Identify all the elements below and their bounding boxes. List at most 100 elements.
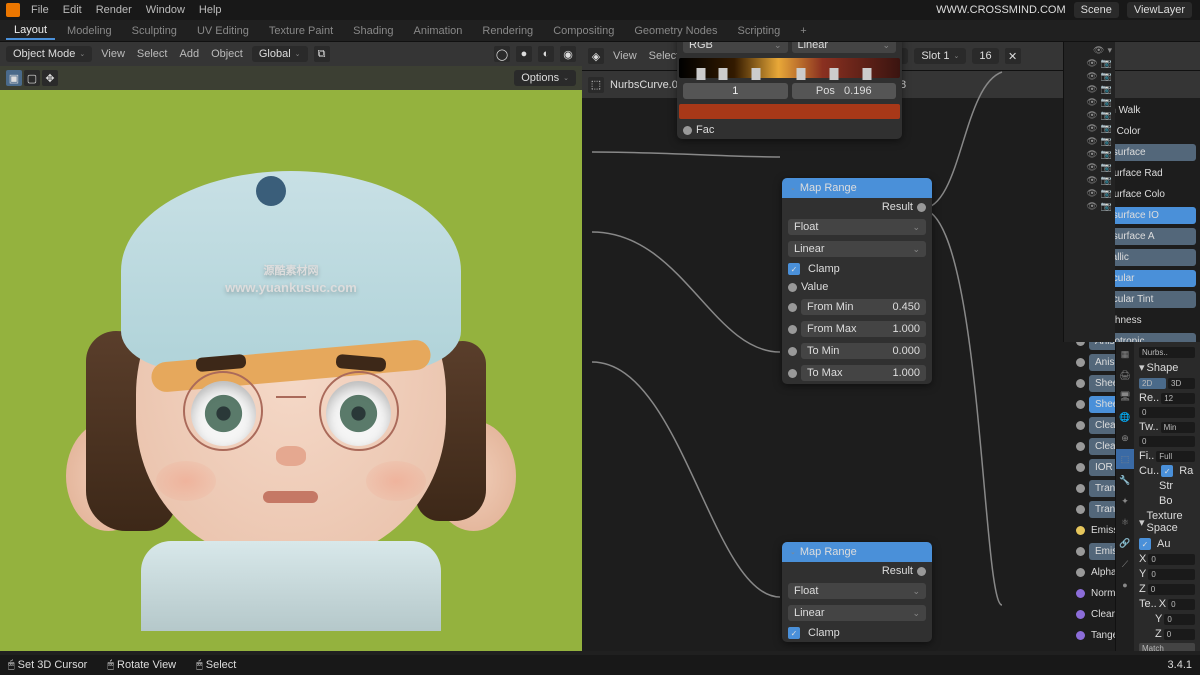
match-btn[interactable]: Match Texture: [1139, 643, 1195, 651]
cam[interactable]: 📷: [1101, 188, 1112, 199]
eye[interactable]: 👁: [1086, 201, 1097, 212]
sk[interactable]: [1076, 505, 1085, 514]
sk[interactable]: [1076, 379, 1085, 388]
viewlayer-selector[interactable]: ViewLayer: [1127, 2, 1192, 18]
cam[interactable]: 📷: [1101, 71, 1112, 82]
tab-compositing[interactable]: Compositing: [545, 23, 622, 39]
shading-wire-icon[interactable]: ◯: [494, 46, 510, 62]
tab-sculpting[interactable]: Sculpting: [124, 23, 185, 39]
fill-dd[interactable]: Full: [1156, 451, 1195, 462]
sec-tex[interactable]: ▾ Texture Space: [1137, 508, 1197, 536]
vp-view[interactable]: View: [98, 48, 128, 60]
tab-uv[interactable]: UV Editing: [189, 23, 257, 39]
clamp2-check[interactable]: ✓: [788, 627, 800, 639]
interp2-dd[interactable]: Linear: [788, 605, 926, 621]
cam[interactable]: 📷: [1101, 97, 1112, 108]
pt-particle[interactable]: ✦: [1116, 491, 1134, 511]
eye[interactable]: 👁: [1086, 188, 1097, 199]
color-swatch[interactable]: [679, 104, 900, 119]
sk[interactable]: [1076, 463, 1085, 472]
eye[interactable]: 👁: [1086, 110, 1097, 121]
sk[interactable]: [1076, 526, 1085, 535]
sk[interactable]: [1076, 421, 1085, 430]
stop-index[interactable]: 1: [683, 83, 788, 99]
sock-fmax[interactable]: [788, 325, 797, 334]
cam[interactable]: 📷: [1101, 58, 1112, 69]
menu-edit[interactable]: Edit: [60, 4, 85, 16]
cam[interactable]: 📷: [1101, 110, 1112, 121]
eye[interactable]: 👁: [1086, 162, 1097, 173]
shading-matprev-icon[interactable]: ◐: [538, 46, 554, 62]
sk[interactable]: [1076, 547, 1085, 556]
tab-modeling[interactable]: Modeling: [59, 23, 120, 39]
menu-render[interactable]: Render: [93, 4, 135, 16]
vp-select[interactable]: Select: [134, 48, 171, 60]
cam[interactable]: 📷: [1101, 149, 1112, 160]
menu-help[interactable]: Help: [196, 4, 225, 16]
sk[interactable]: [1076, 610, 1085, 619]
tx[interactable]: 0: [1168, 599, 1195, 610]
sk[interactable]: [1076, 442, 1085, 451]
pt-view[interactable]: 🖥: [1116, 386, 1134, 406]
x-f[interactable]: 0: [1148, 554, 1195, 565]
sock-fmin[interactable]: [788, 303, 797, 312]
tw-v[interactable]: 0: [1139, 436, 1195, 447]
sk[interactable]: [1076, 400, 1085, 409]
clamp-check[interactable]: ✓: [788, 263, 800, 275]
eye[interactable]: 👁: [1086, 123, 1097, 134]
pt-world[interactable]: ⊕: [1116, 428, 1134, 448]
tab-add[interactable]: +: [792, 23, 814, 39]
pt-scene[interactable]: 🌐: [1116, 407, 1134, 427]
eye[interactable]: 👁: [1086, 175, 1097, 186]
sk[interactable]: [1076, 484, 1085, 493]
fac-socket[interactable]: [683, 126, 692, 135]
to-max[interactable]: To Max1.000: [801, 365, 926, 381]
sk[interactable]: [1076, 631, 1085, 640]
result-socket[interactable]: [917, 203, 926, 212]
cam[interactable]: 📷: [1101, 175, 1112, 186]
result2-socket[interactable]: [917, 567, 926, 576]
tab-scripting[interactable]: Scripting: [729, 23, 788, 39]
btn-2d[interactable]: 2D: [1139, 378, 1166, 389]
ty[interactable]: 0: [1164, 614, 1195, 625]
gradient-preview[interactable]: [679, 58, 900, 78]
tab-rendering[interactable]: Rendering: [474, 23, 541, 39]
node-header[interactable]: ⌄Map Range: [782, 178, 932, 198]
y-f[interactable]: 0: [1148, 569, 1195, 580]
btn-3d[interactable]: 3D: [1168, 378, 1195, 389]
tab-layout[interactable]: Layout: [6, 22, 55, 40]
to-min[interactable]: To Min0.000: [801, 343, 926, 359]
outliner[interactable]: 👁▾ 👁📷 👁📷 👁📷 👁📷 👁📷 👁📷 👁📷 👁📷 👁📷 👁📷 👁📷 👁📷: [1063, 42, 1115, 342]
pt-constraint[interactable]: 🔗: [1116, 533, 1134, 553]
interp-mode[interactable]: Linear: [792, 42, 897, 53]
obj-name[interactable]: Nurbs..: [1139, 347, 1195, 358]
eye[interactable]: 👁: [1086, 149, 1097, 160]
vp-add[interactable]: Add: [176, 48, 202, 60]
editor-type-icon[interactable]: ◈: [588, 48, 604, 64]
vp-object[interactable]: Object: [208, 48, 246, 60]
pt-mat[interactable]: ●: [1116, 575, 1134, 595]
sk[interactable]: [1076, 589, 1085, 598]
tab-texpaint[interactable]: Texture Paint: [261, 23, 341, 39]
mode-selector[interactable]: Object Mode⌄: [6, 46, 92, 62]
shading-solid-icon[interactable]: ●: [516, 46, 532, 62]
pt-output[interactable]: 🖨: [1116, 365, 1134, 385]
shading-render-icon[interactable]: ◉: [560, 46, 576, 62]
node-editor[interactable]: ◈ View Select Add Node ✓ Use Nodes 📌 Obj…: [582, 42, 1200, 651]
res-field[interactable]: 12: [1161, 393, 1195, 404]
type-dd[interactable]: Float: [788, 219, 926, 235]
snap-toggle-icon[interactable]: ⧉: [314, 46, 330, 62]
orientation[interactable]: Global⌄: [252, 46, 308, 62]
pos-field[interactable]: Pos 0.196: [792, 83, 897, 99]
tab-animation[interactable]: Animation: [406, 23, 471, 39]
z-f[interactable]: 0: [1148, 584, 1195, 595]
menu-file[interactable]: File: [28, 4, 52, 16]
from-min[interactable]: From Min0.450: [801, 299, 926, 315]
tz[interactable]: 0: [1164, 629, 1195, 640]
pt-data[interactable]: ⟋: [1116, 554, 1134, 574]
eye[interactable]: 👁: [1086, 136, 1097, 147]
ne-snap-dd[interactable]: 16: [972, 48, 998, 64]
sock-tmin[interactable]: [788, 347, 797, 356]
tab-shading[interactable]: Shading: [345, 23, 401, 39]
node-map-range-2[interactable]: ⌄Map Range Result Float Linear ✓Clamp: [782, 542, 932, 642]
